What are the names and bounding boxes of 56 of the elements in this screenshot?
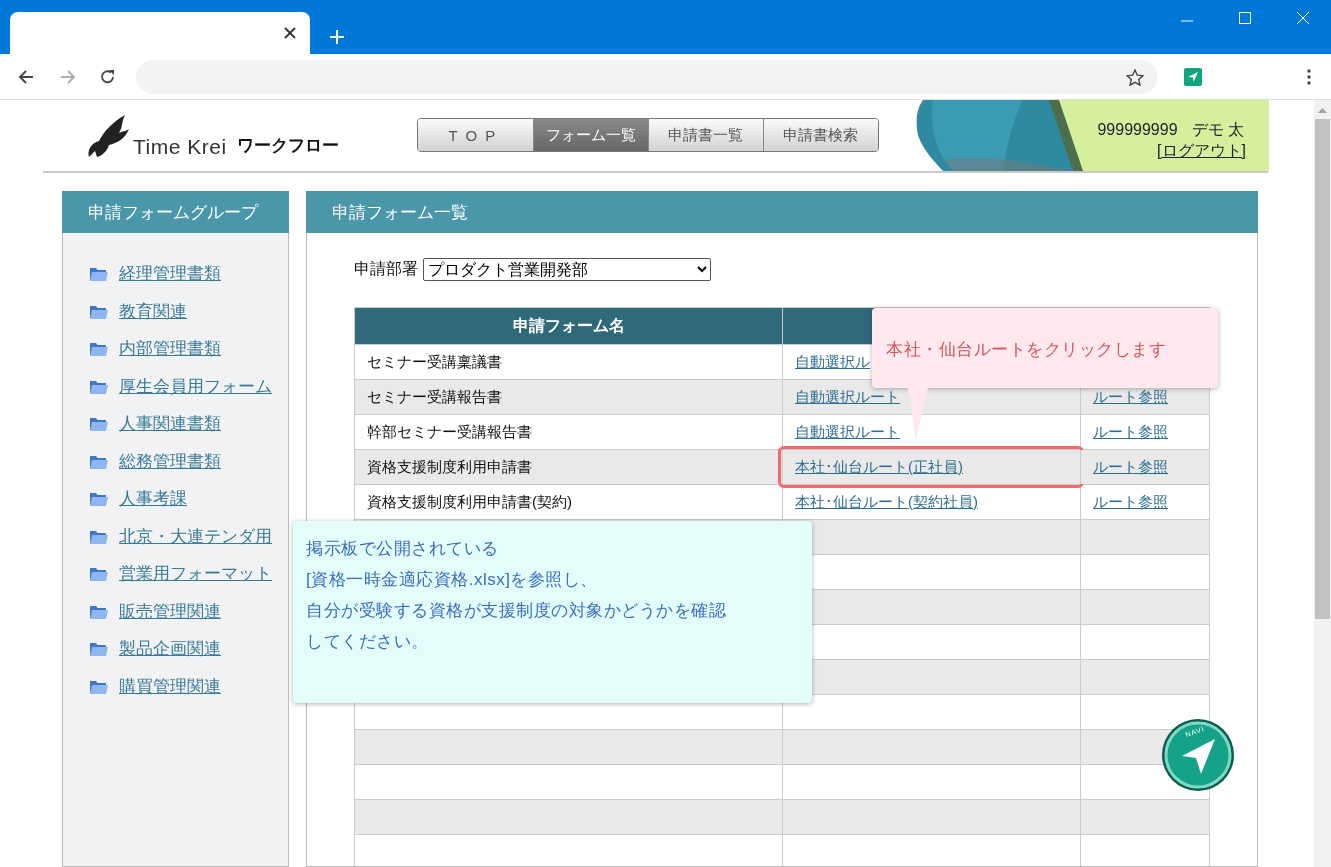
sidebar-link[interactable]: 北京・大連テンダ用 [119,524,272,548]
callout-box: 本社・仙台ルートをクリックします [872,308,1218,388]
extension-icon[interactable] [1184,68,1202,86]
department-label: 申請部署 [354,259,418,279]
user-id: 999999999 [1097,121,1178,138]
scrollbar-thumb[interactable] [1315,119,1330,619]
nav-tab[interactable]: TOP [418,119,534,151]
sidebar-link[interactable]: 販売管理関連 [119,599,221,623]
sidebar-link[interactable]: 人事考課 [119,487,187,511]
nav-tab[interactable]: 申請書検索 [762,119,878,151]
callout-text: してください。 [306,631,429,653]
logout-link[interactable]: [ログアウト] [1083,141,1246,162]
sidebar-header: 申請フォームグループ [62,191,289,233]
sidebar-link[interactable]: 厚生会員用フォーム [119,374,272,398]
folder-icon [89,640,109,658]
route-link[interactable]: 自動選択ル [795,352,870,370]
sidebar-link[interactable]: 総務管理書類 [119,449,221,473]
forward-icon[interactable] [60,69,76,85]
route-link[interactable]: 自動選択ルート [795,387,900,405]
user-name: デモ 太 [1191,121,1244,138]
folder-icon [89,265,109,283]
sidebar-link[interactable]: 教育関連 [119,299,187,323]
back-icon[interactable] [18,69,34,85]
form-name-cell: セミナー受講稟議書 [354,344,783,380]
callout-tail [908,388,928,440]
folder-icon [89,415,109,433]
form-name-cell: 幹部セミナー受講報告書 [354,414,783,450]
column-header: 申請フォーム名 [354,307,783,345]
sidebar-link[interactable]: 内部管理書類 [119,337,221,361]
sidebar-link[interactable]: 営業用フォーマット [119,562,272,586]
route-link[interactable]: 自動選択ルート [795,422,900,440]
menu-icon[interactable] [1307,69,1311,85]
logo-subtitle: ワークフロー [236,134,339,157]
maximize-icon[interactable] [1239,12,1251,24]
form-name-cell: 資格支援制度利用申請書 [354,449,783,485]
nav-tab[interactable]: 申請書一覧 [648,119,763,151]
nav-tab[interactable]: フォーム一覧 [533,119,649,151]
form-name-cell: 資格支援制度利用申請書(契約) [354,484,783,520]
sidebar-link[interactable]: 経理管理書類 [119,262,221,286]
star-icon[interactable] [1126,68,1144,86]
callout-text: 掲示板で公開されている [306,538,499,560]
folder-icon [89,565,109,583]
form-name-cell: セミナー受講報告書 [354,379,783,415]
sidebar-link[interactable]: 製品企画関連 [119,637,221,661]
folder-icon [89,490,109,508]
callout-text: [資格一時金適応資格.xlsx]を参照し、 [306,569,598,591]
department-select[interactable]: プロダクト営業開発部 [423,258,711,281]
callout-text: 自分が受験する資格が支援制度の対象かどうかを確認 [306,600,726,622]
new-tab-icon[interactable] [330,30,344,44]
reload-icon[interactable] [100,69,116,85]
sidebar-link[interactable]: 購買管理関連 [119,674,221,698]
folder-icon [89,340,109,358]
logo-text: Time Krei [133,134,227,159]
close-icon[interactable] [284,27,296,39]
sidebar-link[interactable]: 人事関連書類 [119,412,221,436]
panel-header: 申請フォーム一覧 [306,191,1258,233]
